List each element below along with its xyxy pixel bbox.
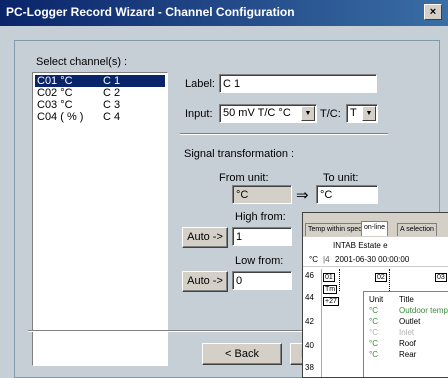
y-tick: 42 bbox=[305, 317, 314, 326]
input-select-value: 50 mV T/C °C bbox=[223, 107, 291, 119]
channel-name: C04 ( % ) bbox=[37, 111, 84, 123]
select-channels-label: Select channel(s) : bbox=[36, 56, 128, 68]
chevron-down-icon: ▼ bbox=[301, 106, 315, 121]
tc-caption: T/C: bbox=[320, 108, 341, 120]
channel-code: C 3 bbox=[103, 99, 121, 111]
channel-name: C03 °C bbox=[37, 99, 73, 111]
channel-item-c01[interactable]: C01 °C C 1 bbox=[35, 75, 165, 87]
low-from-caption: Low from: bbox=[235, 255, 284, 267]
label-field[interactable]: C 1 bbox=[219, 74, 377, 93]
tab-on-line[interactable]: on-line bbox=[361, 221, 389, 236]
y-tick: 38 bbox=[305, 363, 314, 372]
header-rule bbox=[303, 266, 448, 267]
marker-label: 01 bbox=[323, 273, 335, 282]
chevron-down-icon: ▼ bbox=[362, 106, 376, 121]
marker-label: 02 bbox=[375, 273, 387, 282]
tc-select-value: T bbox=[350, 107, 357, 119]
legend-unit: °C bbox=[369, 328, 378, 337]
auto-high-button[interactable]: Auto -> bbox=[182, 227, 228, 248]
channel-item-c03[interactable]: C03 °C C 3 bbox=[35, 99, 165, 111]
marker-label: Tm bbox=[323, 285, 338, 294]
legend-unit: °C bbox=[369, 339, 378, 348]
title-bar: PC-Logger Record Wizard - Channel Config… bbox=[0, 0, 448, 26]
from-unit-field: °C bbox=[232, 185, 292, 204]
arrow-right-icon: ⇒ bbox=[296, 187, 309, 204]
back-button[interactable]: < Back bbox=[202, 343, 282, 365]
channel-code: C 1 bbox=[103, 75, 121, 87]
channel-name: C01 °C bbox=[37, 75, 73, 87]
marker-line bbox=[389, 269, 391, 291]
timestamp: 2001-06-30 00:00:00 bbox=[335, 255, 410, 264]
channel-listbox[interactable]: C01 °C C 1 C02 °C C 2 C03 °C C 3 C04 ( %… bbox=[32, 72, 168, 366]
chart-title: INTAB Estate e bbox=[333, 241, 388, 250]
channel-item-c02[interactable]: C02 °C C 2 bbox=[35, 87, 165, 99]
footer-separator bbox=[28, 330, 302, 332]
separator bbox=[180, 133, 388, 135]
tab-temp-within-spec[interactable]: Temp within spec bbox=[305, 223, 365, 236]
high-from-field[interactable]: 1 bbox=[232, 227, 292, 246]
channel-code: C 2 bbox=[103, 87, 121, 99]
legend-table: Unit Title °C Outdoor temp °C Outlet °C … bbox=[363, 291, 448, 377]
legend-title: Roof bbox=[399, 339, 416, 348]
chart-preview-overlay: Temp within spec on-line A selection INT… bbox=[302, 212, 448, 378]
nav-first-icon[interactable]: |4 bbox=[323, 255, 330, 264]
y-tick: 44 bbox=[305, 293, 314, 302]
legend-unit-header: Unit bbox=[369, 295, 384, 304]
legend-title: Inlet bbox=[399, 328, 415, 337]
tab-a-selection[interactable]: A selection bbox=[397, 223, 437, 236]
legend-unit: °C bbox=[369, 317, 378, 326]
y-tick: 40 bbox=[305, 341, 314, 350]
close-button[interactable]: × bbox=[424, 4, 442, 20]
input-caption: Input: bbox=[185, 108, 213, 120]
legend-title: Rear bbox=[399, 350, 417, 359]
unit-axis-label: °C bbox=[309, 255, 318, 264]
legend-title: Outdoor temp bbox=[399, 306, 448, 315]
auto-low-button[interactable]: Auto -> bbox=[182, 271, 228, 292]
legend-title: Outlet bbox=[399, 317, 421, 326]
y-tick: 46 bbox=[305, 271, 314, 280]
input-select[interactable]: 50 mV T/C °C ▼ bbox=[219, 104, 317, 123]
close-icon: × bbox=[429, 6, 437, 18]
legend-unit: °C bbox=[369, 306, 378, 315]
y-axis-line bbox=[321, 269, 322, 377]
channel-code: C 4 bbox=[103, 111, 121, 123]
legend-unit: °C bbox=[369, 350, 378, 359]
marker-label: 03 bbox=[435, 273, 447, 282]
label-caption: Label: bbox=[185, 78, 215, 90]
channel-item-c04[interactable]: C04 ( % ) C 4 bbox=[35, 111, 165, 123]
to-unit-caption: To unit: bbox=[323, 172, 359, 184]
marker-line bbox=[339, 269, 341, 291]
tc-select[interactable]: T ▼ bbox=[346, 104, 378, 123]
to-unit-field[interactable]: °C bbox=[316, 185, 378, 204]
from-unit-caption: From unit: bbox=[219, 172, 269, 184]
window-title: PC-Logger Record Wizard - Channel Config… bbox=[6, 5, 295, 19]
tab-strip: Temp within spec on-line A selection bbox=[303, 213, 448, 237]
signal-transformation-label: Signal transformation : bbox=[184, 148, 295, 160]
marker-label: +27 bbox=[323, 297, 339, 306]
channel-name: C02 °C bbox=[37, 87, 73, 99]
low-from-field[interactable]: 0 bbox=[232, 271, 292, 290]
legend-title-header: Title bbox=[399, 295, 414, 304]
high-from-caption: High from: bbox=[235, 211, 286, 223]
